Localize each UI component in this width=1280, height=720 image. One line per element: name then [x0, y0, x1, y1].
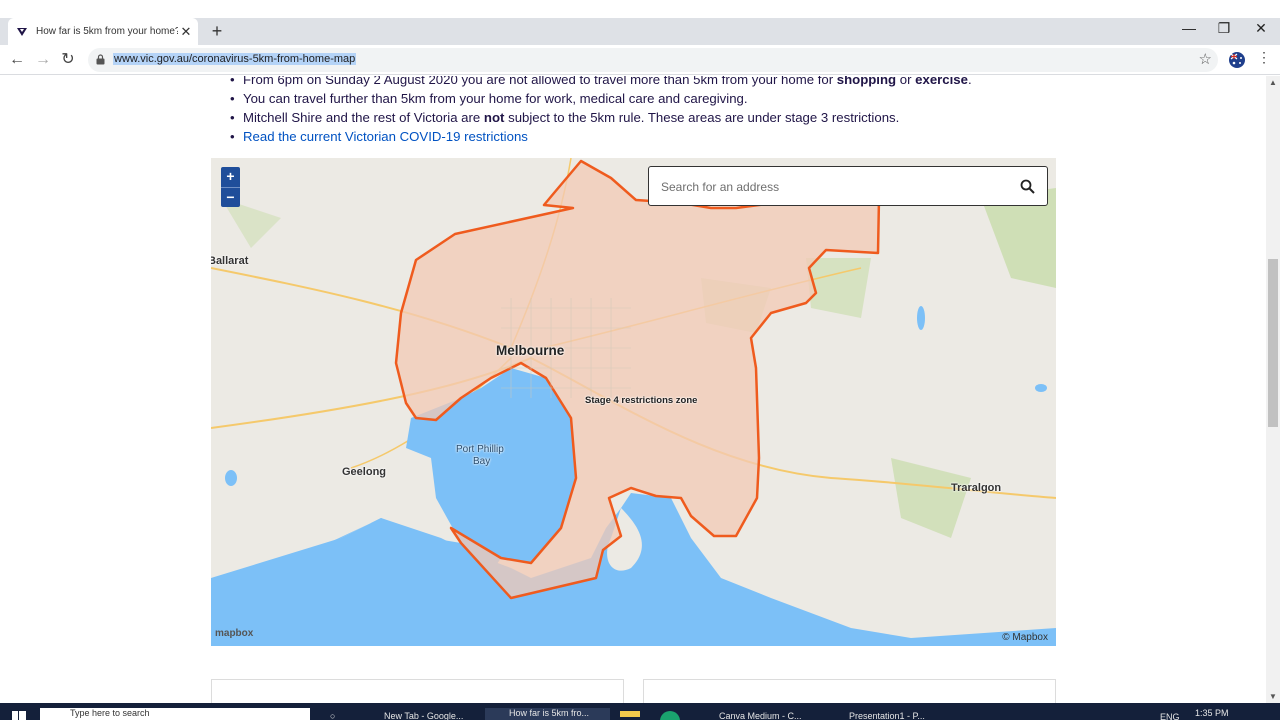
page-scrollbar[interactable]: ▲ ▼ — [1266, 76, 1280, 703]
list-item: You can travel further than 5km from you… — [228, 89, 972, 108]
page-content: From 6pm on Sunday 2 August 2020 you are… — [0, 76, 1266, 703]
address-search-input[interactable] — [661, 177, 1001, 197]
tab-close-icon[interactable]: ✕ — [178, 24, 194, 40]
taskbar-item-new-tab[interactable]: New Tab - Google... — [360, 711, 475, 720]
lock-icon — [96, 54, 105, 65]
minimize-button[interactable]: — — [1174, 20, 1204, 36]
australia-flag-extension-icon[interactable] — [1228, 51, 1246, 69]
file-explorer-icon[interactable] — [620, 711, 640, 717]
mapbox-logo-text: mapbox — [215, 628, 254, 639]
list-item: Read the current Victorian COVID-19 rest… — [228, 127, 972, 146]
taskbar-item-active-chrome[interactable]: How far is 5km fro... — [485, 708, 610, 720]
map-label-ballarat: Ballarat — [211, 255, 249, 267]
search-icon[interactable] — [1020, 179, 1035, 194]
list-item: From 6pm on Sunday 2 August 2020 you are… — [228, 76, 972, 89]
windows-start-icon[interactable] — [12, 711, 26, 720]
map-label-port-phillip: Port Phillip — [456, 444, 504, 455]
mapbox-logo[interactable]: mapbox — [215, 628, 253, 639]
browser-menu-button[interactable]: ⋮ — [1257, 49, 1271, 66]
zoom-control: + − — [221, 167, 240, 207]
map-label-traralgon: Traralgon — [951, 482, 1002, 494]
language-indicator[interactable]: ENG — [1160, 712, 1190, 720]
tab-title: How far is 5km from your home? — [36, 26, 178, 37]
taskbar-item-powerpoint[interactable]: Presentation1 - P... — [825, 711, 950, 720]
zoom-in-button[interactable]: + — [221, 167, 240, 187]
scroll-down-arrow-icon[interactable]: ▼ — [1269, 692, 1277, 701]
map-label-bay: Bay — [473, 456, 491, 467]
vic-gov-favicon-icon — [17, 27, 27, 36]
browser-toolbar: ← → ↻ www.vic.gov.au/coronavirus-5km-fro… — [0, 45, 1280, 75]
map-label-stage4-zone: Stage 4 restrictions zone — [585, 395, 698, 406]
zoom-out-button[interactable]: − — [221, 187, 240, 207]
info-card — [211, 679, 624, 703]
tab-strip: How far is 5km from your home? ✕ + — ❐ ✕ — [0, 18, 1280, 45]
taskbar-item-canva[interactable]: Canva Medium - C... — [695, 711, 820, 720]
reload-button[interactable]: ↻ — [58, 50, 78, 70]
back-button[interactable]: ← — [7, 50, 27, 70]
restrictions-list: From 6pm on Sunday 2 August 2020 you are… — [228, 76, 972, 146]
scroll-up-arrow-icon[interactable]: ▲ — [1269, 78, 1277, 87]
map-label-melbourne: Melbourne — [496, 343, 565, 358]
info-card — [643, 679, 1056, 703]
bookmark-star-icon[interactable]: ☆ — [1199, 50, 1212, 68]
maximize-button[interactable]: ❐ — [1209, 20, 1239, 37]
address-bar[interactable]: www.vic.gov.au/coronavirus-5km-from-home… — [88, 48, 1218, 72]
taskbar-search-box[interactable]: Type here to search — [40, 708, 310, 720]
restrictions-link[interactable]: Read the current Victorian COVID-19 rest… — [243, 129, 528, 144]
new-tab-button[interactable]: + — [207, 21, 227, 42]
clock-time[interactable]: 1:35 PM — [1195, 708, 1235, 720]
url-text[interactable]: www.vic.gov.au/coronavirus-5km-from-home… — [113, 53, 357, 65]
edge-icon[interactable] — [660, 711, 680, 720]
map-label-geelong: Geelong — [342, 466, 387, 478]
scrollbar-thumb[interactable] — [1268, 259, 1278, 427]
windows-taskbar: Type here to search ○ New Tab - Google..… — [0, 703, 1280, 720]
browser-tab-active[interactable]: How far is 5km from your home? ✕ — [8, 18, 198, 45]
map-container[interactable]: + − Ballarat Melbourne Stage 4 restricti… — [211, 158, 1056, 646]
list-item: Mitchell Shire and the rest of Victoria … — [228, 108, 972, 127]
forward-button[interactable]: → — [33, 50, 53, 70]
window-top-strip — [0, 0, 1280, 18]
map-attribution[interactable]: © Mapbox — [1002, 632, 1048, 643]
cortana-icon[interactable]: ○ — [330, 711, 344, 720]
address-search — [648, 166, 1048, 206]
close-window-button[interactable]: ✕ — [1246, 20, 1276, 37]
